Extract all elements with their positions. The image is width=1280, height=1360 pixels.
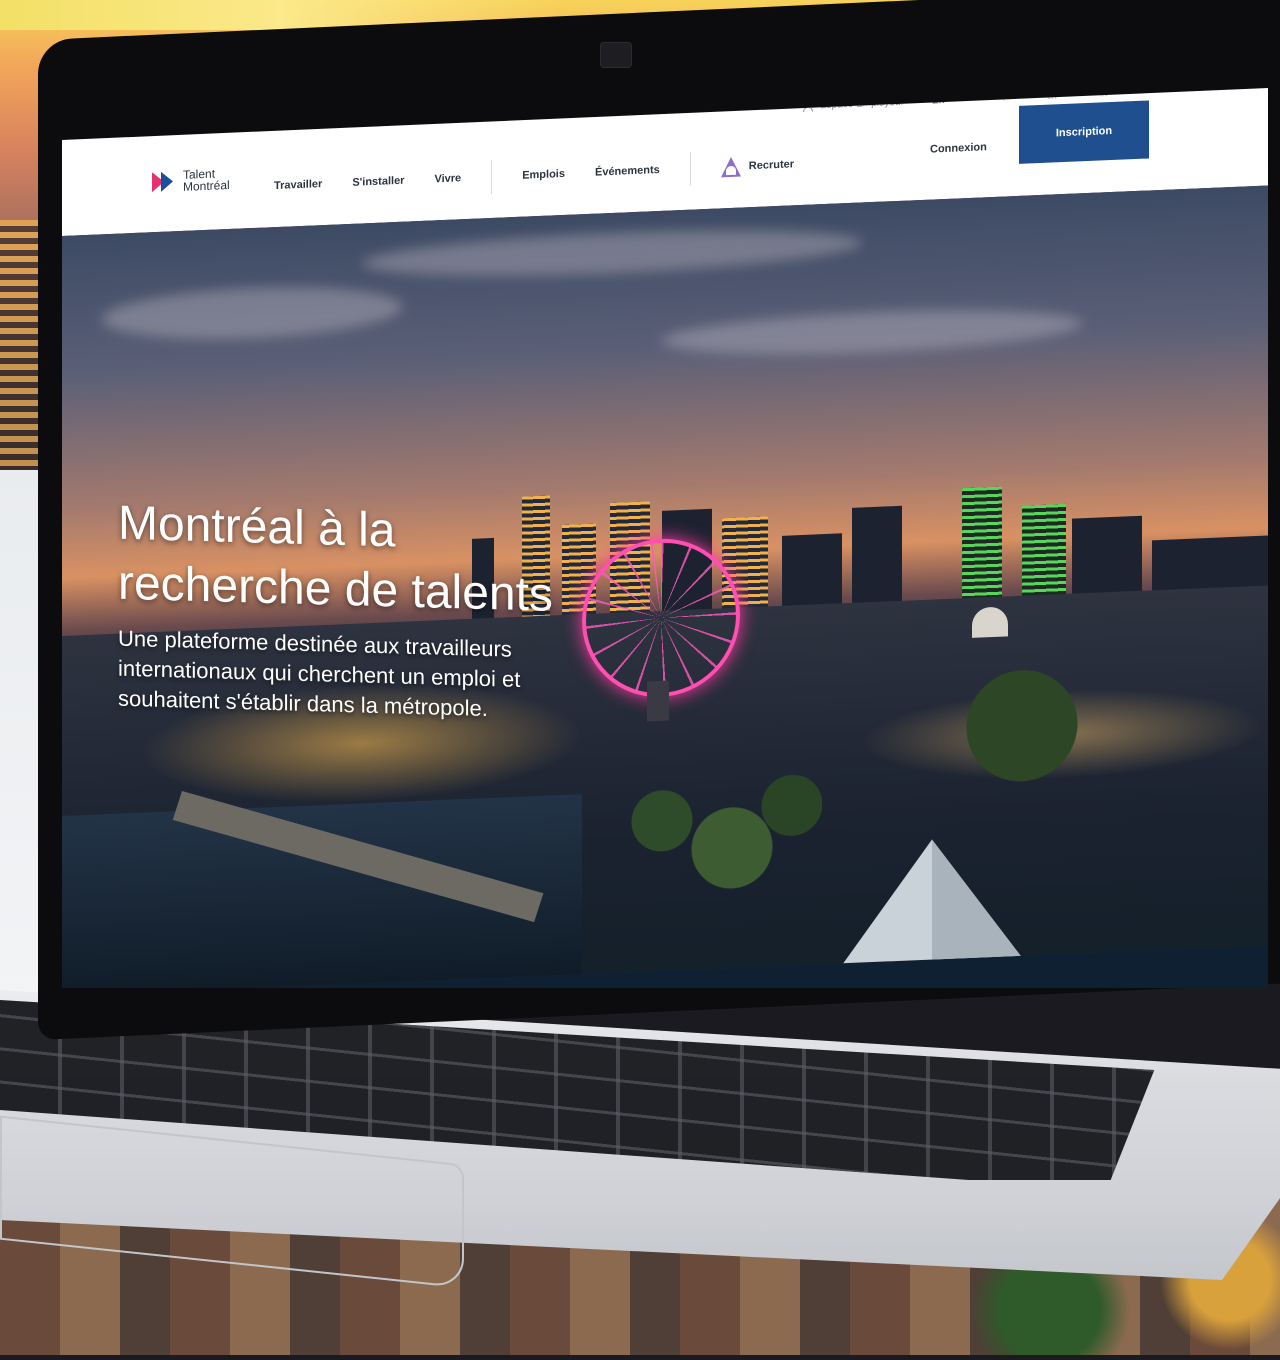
logo-line2: Montréal [183,177,230,194]
nav-item-evenements[interactable]: Événements [595,164,660,179]
login-link[interactable]: Connexion [930,141,987,155]
cloud [662,303,1082,361]
logo-text: Talent Montréal [183,167,230,194]
laptop-screen: Espace Employeur En f tw in Talent Montr… [62,88,1268,988]
nav-item-vivre[interactable]: Vivre [434,172,461,185]
nav-divider [491,159,493,195]
nav-item-travailler[interactable]: Travailler [274,178,322,192]
recruit-icon [721,157,741,178]
webcam-icon [600,42,632,68]
recruit-label: Recruter [748,158,795,173]
hero-text: Montréal à la recherche de talents Une p… [118,494,638,729]
hero-title-line2: recherche de talents [118,556,553,622]
main-nav: Travailler S'installer Vivre Emplois Évé… [274,147,794,203]
pyramid-tent-shade [932,832,1102,988]
signup-button[interactable]: Inscription [1019,100,1149,164]
cloud [362,222,862,284]
hero-subtitle: Une plateforme destinée aux travailleurs… [118,625,521,722]
talent-montreal-logo-icon [152,171,173,193]
ferris-wheel-base [647,680,669,722]
nav-item-emplois[interactable]: Emplois [522,168,565,182]
recruit-link[interactable]: Recruter [721,154,794,177]
nav-item-sinstaller[interactable]: S'installer [352,175,404,189]
hero-title-line1: Montréal à la [118,496,396,558]
cloud [102,281,402,345]
site-logo[interactable]: Talent Montréal [152,167,230,194]
hero-title: Montréal à la recherche de talents [118,494,638,629]
dome-building [972,606,1008,638]
trees [962,662,1102,809]
website: Espace Employeur En f tw in Talent Montr… [62,88,1268,988]
hero-banner: Montréal à la recherche de talents Une p… [62,185,1268,988]
nav-divider [689,151,691,186]
